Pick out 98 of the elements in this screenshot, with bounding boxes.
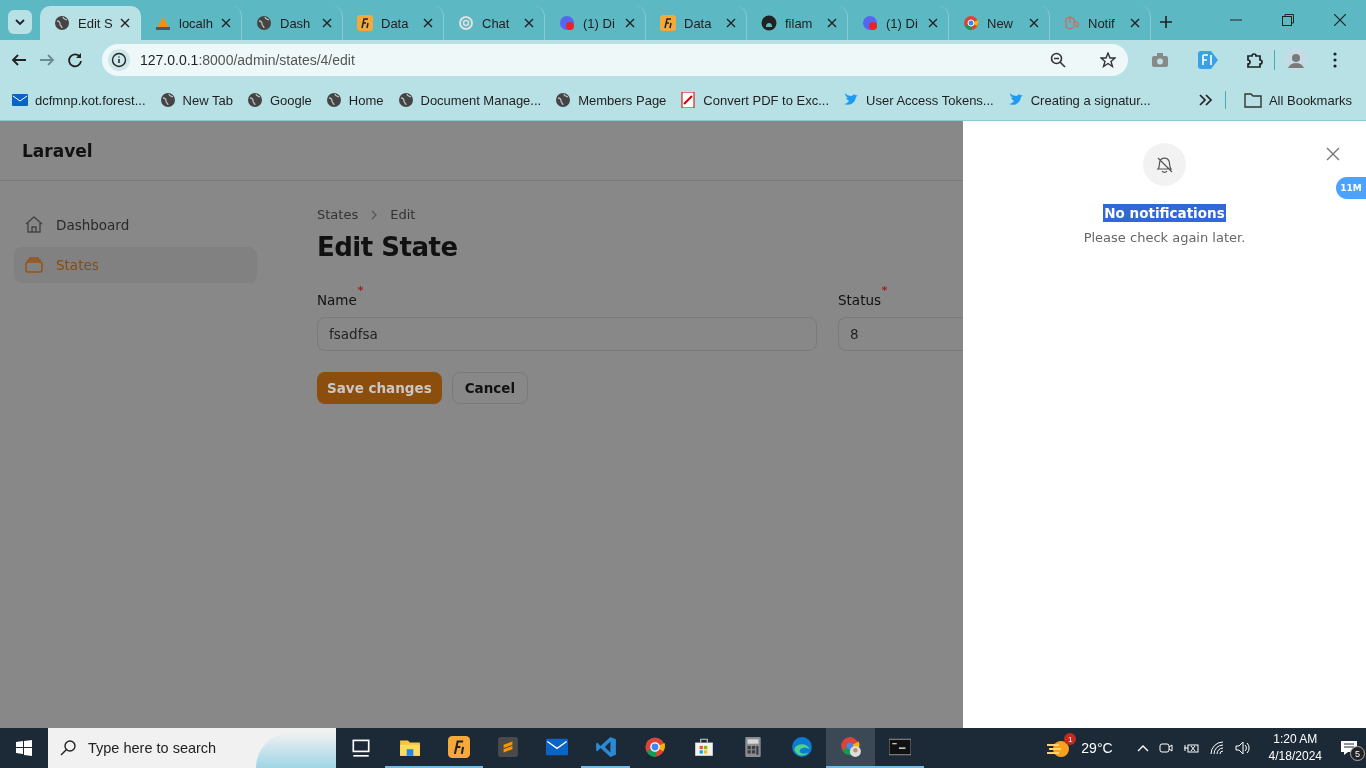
reload-icon[interactable] [66, 51, 84, 69]
notifications-title: No notifications [1103, 204, 1226, 222]
close-icon[interactable] [423, 18, 433, 28]
store-bag-icon [692, 736, 715, 758]
bookmark-link[interactable]: dcfmnp.kot.forest... [6, 88, 154, 112]
chevrons-icon[interactable] [1198, 94, 1213, 106]
bookmark-link[interactable]: Members Page [549, 88, 675, 112]
close-icon[interactable] [524, 18, 534, 28]
star-icon[interactable] [1100, 52, 1116, 68]
chat-bubble-icon [862, 15, 878, 31]
folder-icon [1243, 92, 1262, 108]
knot-icon [458, 15, 474, 31]
app-tile-icon [447, 736, 470, 758]
search-placeholder: Type here to search [88, 740, 217, 756]
start-icon[interactable] [16, 740, 32, 756]
bird-icon [1007, 92, 1024, 108]
browser-tab[interactable]: Edit S [40, 6, 141, 40]
cube-icon [1064, 15, 1080, 31]
save-button[interactable]: Save changes [317, 372, 442, 404]
bookmark-link[interactable]: Google [240, 88, 320, 112]
field-label: Name [317, 292, 357, 308]
search-icon [60, 740, 76, 756]
globe-icon [256, 15, 272, 31]
editor-icon [496, 736, 519, 758]
url-text: 127.0.0.1:8000/admin/states/4/edit [140, 52, 355, 68]
globe-icon [397, 92, 414, 108]
close-icon[interactable] [1130, 18, 1140, 28]
bookmark-link[interactable]: Document Manage... [391, 88, 550, 112]
chat-bubble-icon [559, 15, 575, 31]
circle-logo-icon [963, 15, 979, 31]
tab-search-button[interactable] [8, 10, 32, 34]
new-tab-icon[interactable] [1160, 16, 1172, 28]
close-icon[interactable] [120, 18, 130, 28]
sailboat-icon [155, 15, 171, 31]
address-bar[interactable]: 127.0.0.1:8000/admin/states/4/edit [102, 44, 1128, 76]
close-icon[interactable] [827, 18, 837, 28]
puzzle-icon[interactable] [1246, 51, 1264, 69]
globe-icon [246, 92, 263, 108]
close-icon[interactable] [1029, 18, 1039, 28]
brand-name: Laravel [22, 140, 93, 161]
close-icon[interactable] [726, 18, 736, 28]
cancel-button[interactable]: Cancel [451, 372, 529, 404]
globe-icon [325, 92, 342, 108]
clock-date[interactable]: 4/18/2024 [1268, 748, 1322, 765]
app-tile-icon [660, 15, 676, 31]
close-icon[interactable] [221, 18, 231, 28]
stack-icon [24, 255, 44, 275]
battery-plug-icon[interactable] [1182, 742, 1199, 754]
muted-bell-icon [1143, 143, 1186, 186]
field-label: Status [838, 292, 882, 308]
weather-badge: 1 [1064, 733, 1077, 745]
globe-icon [159, 92, 176, 108]
bookmark-link[interactable]: New Tab [153, 88, 241, 112]
taskbar-search-field[interactable]: Type here to search [48, 728, 336, 768]
home-icon [24, 215, 44, 235]
wave-circle-icon [790, 736, 813, 758]
page-heading: Edit State [317, 232, 459, 262]
globe-icon [54, 15, 70, 31]
profile-avatar-icon[interactable] [1285, 49, 1307, 71]
bookmark-link[interactable]: User Access Tokens... [837, 88, 1002, 112]
circle-logo-icon [643, 736, 666, 758]
temperature-text[interactable]: 29°C [1081, 740, 1113, 756]
sidebar-item[interactable]: Dashboard [14, 207, 257, 243]
close-icon[interactable] [928, 18, 938, 28]
chevron-right-icon [370, 209, 379, 220]
app-tile-icon [357, 15, 373, 31]
weather-icon [1047, 739, 1072, 757]
circle-logo-icon [839, 736, 862, 758]
clock-time[interactable]: 1:20 AM [1273, 731, 1318, 748]
all-bookmarks-button[interactable]: All Bookmarks [1237, 88, 1360, 112]
close-icon[interactable] [322, 18, 332, 28]
document-icon [680, 92, 697, 108]
zoom-out-icon[interactable] [1050, 52, 1066, 68]
chevron-up-icon[interactable] [1136, 744, 1149, 752]
close-icon[interactable] [1334, 14, 1346, 26]
bird-icon [843, 92, 860, 108]
mail-icon [545, 736, 568, 758]
restore-icon[interactable] [1282, 14, 1294, 26]
notifications-message: Please check again later. [1083, 230, 1246, 245]
mail-icon [12, 92, 28, 108]
globe-icon [555, 92, 572, 108]
speaker-icon[interactable] [1234, 741, 1251, 755]
bookmark-link[interactable]: Convert PDF to Exc... [674, 88, 838, 112]
close-icon[interactable] [625, 18, 635, 28]
wifi-icon[interactable] [1208, 741, 1225, 755]
bookmark-link[interactable]: Home [319, 88, 392, 112]
text-input-field[interactable]: fsadfsa [317, 317, 817, 351]
notification-count: 5 [1350, 746, 1365, 761]
bookmark-link[interactable]: Creating a signatur... [1001, 88, 1159, 112]
breadcrumb-link[interactable]: States [317, 207, 359, 222]
camera-icon[interactable] [1158, 742, 1173, 754]
taskbar-app[interactable] [826, 728, 875, 768]
terminal-icon [888, 736, 911, 758]
menu-icon[interactable] [1333, 52, 1337, 68]
circle-logo-icon [761, 15, 777, 31]
code-editor-icon [594, 736, 617, 758]
info-icon[interactable] [108, 49, 130, 71]
breadcrumb-link[interactable]: Edit [390, 207, 416, 222]
